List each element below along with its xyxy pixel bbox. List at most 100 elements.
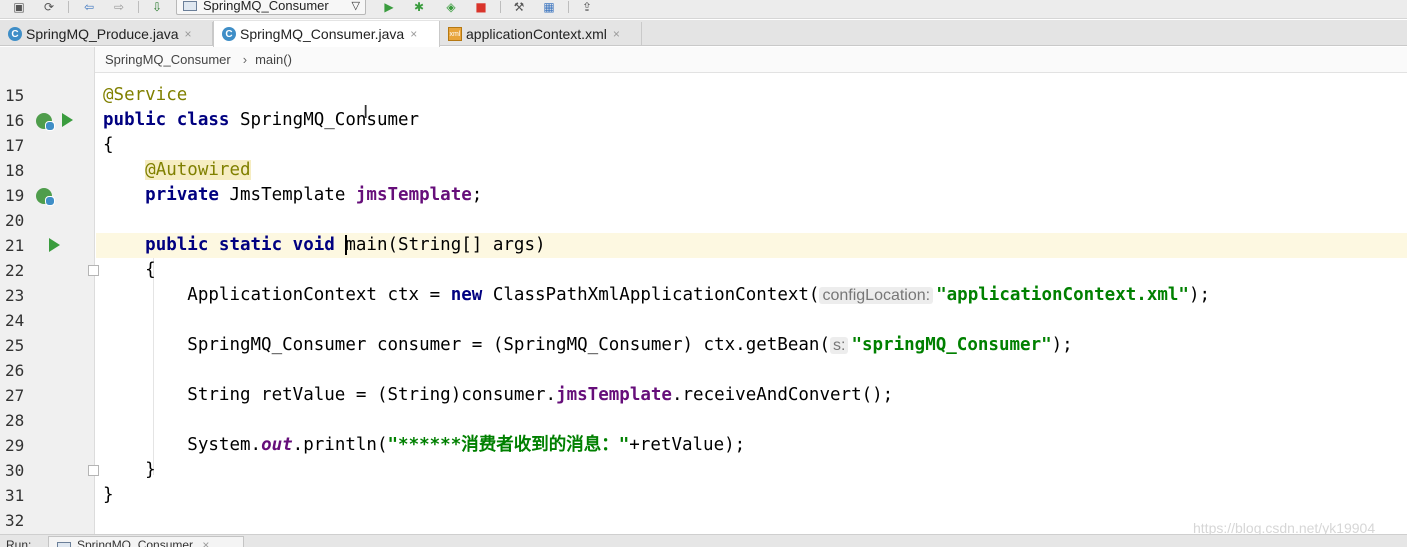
- run-config-icon: [57, 542, 71, 547]
- code-token: SpringMQ_Consumer consumer = (SpringMQ_C…: [187, 335, 830, 355]
- keyword-token: new: [450, 285, 483, 305]
- parameter-hint: configLocation:: [819, 287, 934, 304]
- tab-application-context-xml[interactable]: xml applicationContext.xml ×: [440, 22, 642, 46]
- tab-label: applicationContext.xml: [466, 26, 607, 42]
- field-token: jmsTemplate: [556, 385, 672, 405]
- line-number: 23: [5, 286, 25, 305]
- line-number: 30: [5, 461, 25, 480]
- build-icon[interactable]: ⇩: [148, 0, 166, 14]
- keyword-token: private: [145, 185, 219, 205]
- tab-label: SpringMQ_Consumer.java: [240, 26, 405, 42]
- tab-label: SpringMQ_Produce.java: [26, 26, 179, 42]
- line-number: 25: [5, 336, 25, 355]
- main-toolbar: ▣ ⟳ ⇦ ⇨ ⇩ SpringMQ_Consumer ▽ ▶ ✱ ◈ ■ ⚒ …: [0, 0, 1407, 19]
- line-number: 18: [5, 161, 25, 180]
- run-config-label: SpringMQ_Consumer: [203, 0, 329, 13]
- run-tab-springmq-consumer[interactable]: SpringMQ_Consumer ×: [48, 536, 244, 547]
- code-line-22: {: [96, 258, 1407, 283]
- back-icon[interactable]: ⇦: [80, 0, 98, 14]
- tab-springmq-produce[interactable]: C SpringMQ_Produce.java ×: [0, 22, 213, 46]
- code-line-21: public static void main(String[] args): [96, 233, 1407, 258]
- sync-icon[interactable]: ⟳: [40, 0, 58, 14]
- keyword-token: public class: [103, 110, 230, 130]
- code-line-16: public class SpringMQ_Consumer: [96, 108, 1407, 133]
- code-line-29: System.out.println("******消费者收到的消息："+ret…: [96, 433, 1407, 458]
- code-token: .receiveAndConvert();: [671, 385, 894, 405]
- toolbar-separator: [500, 1, 501, 13]
- type-token: JmsTemplate: [218, 185, 356, 205]
- run-icon[interactable]: ▶: [380, 0, 398, 14]
- run-tool-window-bar: Run: SpringMQ_Consumer ×: [0, 534, 1407, 547]
- line-number: 21: [5, 236, 25, 255]
- code-token: +retValue);: [629, 435, 746, 455]
- brace-token: }: [145, 460, 156, 480]
- spring-autowired-icon[interactable]: [36, 188, 55, 206]
- line-number: 20: [5, 211, 25, 230]
- code-token: ClassPathXmlApplicationContext(: [482, 285, 820, 305]
- code-token: System.: [187, 435, 262, 455]
- string-token: "springMQ_Consumer": [851, 335, 1052, 355]
- keyword-token: public static void: [145, 235, 335, 255]
- method-signature-token: main(String[] args): [334, 235, 546, 255]
- toolbar-separator: [138, 1, 139, 13]
- punct-token: );: [1051, 335, 1073, 355]
- brace-token: }: [103, 485, 114, 505]
- annotation-token: @Service: [103, 85, 188, 105]
- xml-file-icon: xml: [448, 27, 462, 41]
- line-number: 31: [5, 486, 25, 505]
- run-gutter-icon[interactable]: [62, 113, 73, 127]
- code-token: ApplicationContext ctx =: [187, 285, 451, 305]
- line-number: 17: [5, 136, 25, 155]
- line-number: 27: [5, 386, 25, 405]
- line-number: 28: [5, 411, 25, 430]
- run-configuration-select[interactable]: SpringMQ_Consumer ▽: [176, 0, 366, 15]
- field-token: jmsTemplate: [355, 185, 472, 205]
- coverage-icon[interactable]: ◈: [442, 0, 460, 14]
- breadcrumb-method[interactable]: main(): [255, 52, 292, 67]
- code-line-23: ApplicationContext ctx = new ClassPathXm…: [96, 283, 1407, 308]
- close-icon[interactable]: ×: [410, 27, 417, 41]
- code-token: String retValue = (String)consumer.: [187, 385, 557, 405]
- run-label: Run:: [6, 538, 32, 547]
- vcs-icon[interactable]: ⇪: [578, 0, 596, 14]
- close-icon[interactable]: ×: [613, 27, 620, 41]
- project-structure-icon[interactable]: ⚒: [510, 0, 528, 14]
- brace-token: {: [145, 260, 156, 280]
- sdk-icon[interactable]: ▦: [540, 0, 558, 14]
- i-beam-cursor-icon: I: [363, 102, 369, 123]
- parameter-hint: s:: [830, 337, 849, 354]
- debug-icon[interactable]: ✱: [410, 0, 428, 14]
- breadcrumb: SpringMQ_Consumer › main(): [95, 47, 1407, 73]
- line-number: 32: [5, 511, 25, 530]
- line-number: 29: [5, 436, 25, 455]
- forward-icon[interactable]: ⇨: [110, 0, 128, 14]
- toolbar-separator: [568, 1, 569, 13]
- static-field-token: out: [261, 435, 293, 455]
- code-token: .println(: [292, 435, 388, 455]
- string-token: "applicationContext.xml": [936, 285, 1189, 305]
- java-class-icon: C: [222, 27, 236, 41]
- close-icon[interactable]: ×: [185, 27, 192, 41]
- save-icon[interactable]: ▣: [10, 0, 28, 14]
- code-line-27: String retValue = (String)consumer.jmsTe…: [96, 383, 1407, 408]
- text-caret: [345, 235, 347, 255]
- run-gutter-icon[interactable]: [49, 238, 60, 252]
- spring-bean-icon[interactable]: [36, 113, 55, 131]
- run-tab-label: SpringMQ_Consumer: [77, 538, 194, 547]
- editor-tab-bar: C SpringMQ_Produce.java × C SpringMQ_Con…: [0, 20, 1407, 47]
- code-line-18: @Autowired: [96, 158, 1407, 183]
- annotation-token: @Autowired: [145, 160, 251, 180]
- breadcrumb-class[interactable]: SpringMQ_Consumer: [105, 52, 231, 67]
- line-number: 15: [5, 86, 25, 105]
- stop-icon[interactable]: ■: [472, 0, 490, 14]
- tab-springmq-consumer[interactable]: C SpringMQ_Consumer.java ×: [213, 21, 440, 47]
- class-name-token: SpringMQ_Consumer: [229, 110, 420, 130]
- chevron-right-icon: ›: [242, 52, 248, 67]
- close-icon[interactable]: ×: [202, 538, 209, 547]
- punct-token: ;: [471, 185, 483, 205]
- code-line-17: {: [96, 133, 1407, 158]
- code-line-15: @Service: [96, 83, 1407, 108]
- line-number: 24: [5, 311, 25, 330]
- code-editor[interactable]: @Service public class SpringMQ_Consumer …: [96, 74, 1407, 534]
- toolbar-separator: [68, 1, 69, 13]
